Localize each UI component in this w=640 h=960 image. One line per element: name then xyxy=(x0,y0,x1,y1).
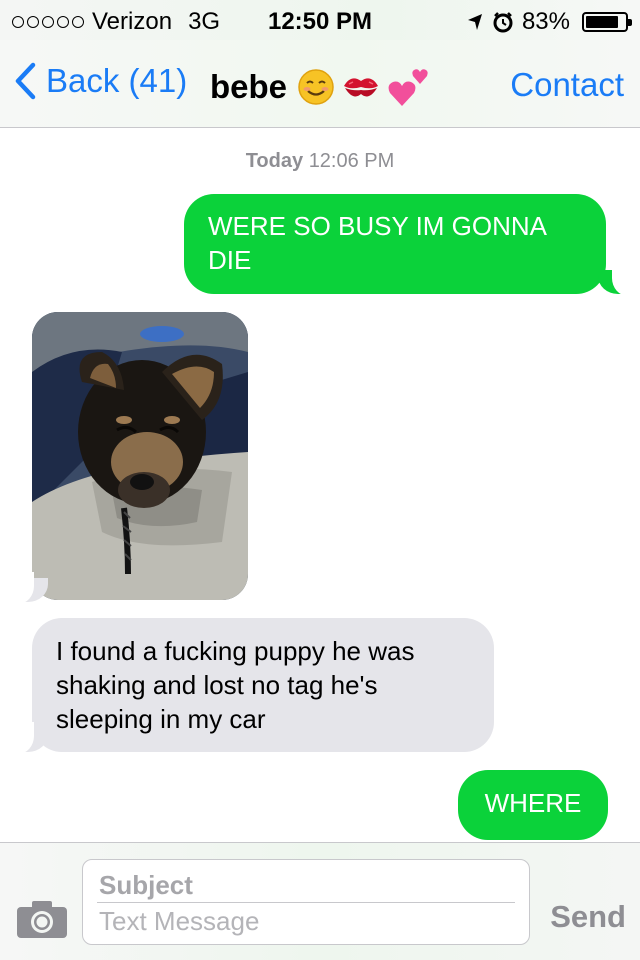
kiss-mark-emoji-icon xyxy=(344,78,379,97)
outgoing-message-bubble[interactable]: WERE SO BUSY IM GONNA DIE xyxy=(184,194,606,294)
conversation-title: bebe xyxy=(210,66,431,108)
bubble-tail xyxy=(8,722,48,754)
message-text: WHERE xyxy=(484,788,582,818)
message-input-bar: Send xyxy=(0,842,640,960)
battery-percent: 83% xyxy=(521,8,570,35)
incoming-message-bubble[interactable]: I found a fucking puppy he was shaking a… xyxy=(32,618,494,752)
contact-button[interactable]: Contact xyxy=(510,66,624,104)
chevron-left-icon xyxy=(15,62,36,100)
incoming-photo-bubble[interactable] xyxy=(32,312,248,600)
bubble-tail xyxy=(8,572,48,604)
outgoing-message-bubble[interactable]: WHERE xyxy=(458,770,608,840)
contact-emojis xyxy=(297,66,431,108)
send-button[interactable]: Send xyxy=(550,899,626,935)
thread-timestamp: Today 12:06 PM xyxy=(0,150,640,173)
camera-icon[interactable] xyxy=(16,899,68,939)
puppy-photo xyxy=(32,312,248,600)
text-message-input[interactable] xyxy=(99,906,499,937)
timestamp-time: 12:06 PM xyxy=(308,150,395,172)
compose-box xyxy=(82,859,530,945)
timestamp-day: Today xyxy=(245,150,304,172)
contact-name: bebe xyxy=(210,68,288,105)
bubble-tail xyxy=(598,264,638,296)
status-bar: Verizon 3G 12:50 PM 83% xyxy=(0,0,640,40)
message-text: WERE SO BUSY IM GONNA DIE xyxy=(208,211,546,275)
back-button[interactable]: Back (41) xyxy=(14,62,187,100)
compose-divider xyxy=(97,902,515,903)
message-text: I found a fucking puppy he was shaking a… xyxy=(56,636,415,734)
status-right: 83% xyxy=(466,8,632,36)
alarm-icon xyxy=(493,12,513,33)
battery-icon xyxy=(582,12,632,32)
two-hearts-emoji-icon xyxy=(388,69,428,106)
smiling-face-emoji-icon xyxy=(298,69,334,105)
back-label: Back (41) xyxy=(46,62,188,99)
nav-bar: Back (41) bebe Contact xyxy=(0,40,640,128)
subject-input[interactable] xyxy=(99,870,499,901)
location-arrow-icon xyxy=(467,14,482,30)
